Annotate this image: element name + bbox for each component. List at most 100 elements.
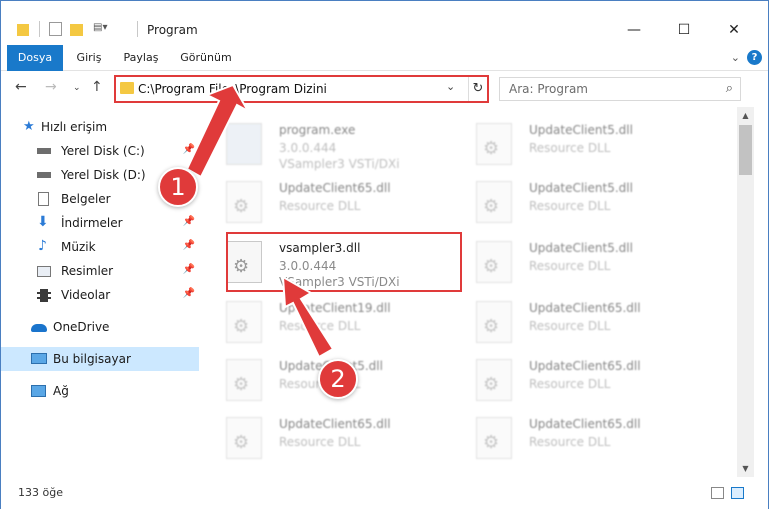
dll-file-icon: ⚙: [226, 359, 262, 401]
file-description: Resource DLL: [529, 435, 611, 449]
dll-file-icon: ⚙: [226, 417, 262, 459]
status-bar: 133 öğe: [1, 479, 768, 509]
file-item[interactable]: ⚙ UpdateClient19.dll Resource DLL: [216, 293, 456, 351]
item-count: 133 öğe: [18, 486, 63, 499]
scroll-down-icon[interactable]: ▼: [737, 464, 754, 473]
pin-icon[interactable]: 📌: [183, 144, 195, 155]
address-dropdown-icon[interactable]: ⌄: [446, 80, 455, 93]
address-path[interactable]: C:\Program Files\Program Dizini: [138, 82, 327, 96]
folder-icon: [17, 24, 29, 36]
file-name: UpdateClient65.dll: [279, 181, 391, 195]
back-arrow-icon[interactable]: ←: [15, 79, 27, 95]
file-name: UpdateClient5.dll: [529, 123, 633, 137]
file-description: Resource DLL: [279, 435, 361, 449]
pin-icon[interactable]: 📌: [183, 216, 195, 227]
file-item[interactable]: ⚙ UpdateClient5.dll Resource DLL: [466, 115, 706, 173]
search-box[interactable]: Ara: Program ⌕: [499, 77, 741, 101]
expand-ribbon-icon[interactable]: ⌄: [731, 51, 740, 64]
download-icon: ⬇: [37, 214, 49, 230]
sidebar-item-disk-c[interactable]: Yerel Disk (C:) 📌: [1, 139, 199, 163]
sidebar-item-label: Belgeler: [61, 192, 111, 206]
sidebar-item-this-pc[interactable]: Bu bilgisayar: [1, 347, 199, 371]
file-item[interactable]: ⚙ UpdateClient5.dll Resource DLL: [466, 173, 706, 231]
drive-icon: [37, 172, 51, 178]
dll-file-icon: ⚙: [476, 359, 512, 401]
sidebar-item-music[interactable]: ♪ Müzik 📌: [1, 235, 199, 259]
video-icon: [37, 289, 51, 302]
dll-file-icon: ⚙: [476, 241, 512, 283]
file-name: UpdateClient19.dll: [279, 301, 391, 315]
step-2-badge: 2: [318, 359, 358, 399]
sidebar-item-onedrive[interactable]: OneDrive: [1, 315, 199, 339]
file-item[interactable]: ⚙ UpdateClient65.dll Resource DLL: [216, 173, 456, 231]
file-item[interactable]: ⚙ UpdateClient65.dll Resource DLL: [466, 409, 706, 467]
separator: [39, 21, 40, 37]
new-folder-icon[interactable]: [70, 24, 83, 36]
file-list: program.exe 3.0.0.444 VSampler3 VSTi/DXi…: [211, 107, 736, 477]
vertical-scrollbar[interactable]: ▲ ▼: [737, 107, 754, 477]
file-description: Resource DLL: [279, 199, 361, 213]
close-button[interactable]: ✕: [711, 15, 757, 45]
file-description: Resource DLL: [279, 319, 361, 333]
sidebar-item-pictures[interactable]: Resimler 📌: [1, 259, 199, 283]
sidebar-item-label: İndirmeler: [61, 216, 123, 230]
file-name: UpdateClient65.dll: [279, 417, 391, 431]
dll-file-icon: ⚙: [476, 417, 512, 459]
file-item[interactable]: ⚙ UpdateClient5.dll Resource DLL: [466, 233, 706, 291]
file-item[interactable]: ⚙ UpdateClient65.dll Resource DLL: [216, 409, 456, 467]
scrollbar-thumb[interactable]: [739, 125, 752, 175]
step-1-badge: 1: [158, 167, 198, 207]
star-icon: ★: [23, 119, 35, 134]
sidebar-item-label: OneDrive: [53, 320, 110, 334]
file-description: Resource DLL: [529, 319, 611, 333]
file-item-program-exe[interactable]: program.exe 3.0.0.444 VSampler3 VSTi/DXi: [216, 115, 456, 173]
dll-file-icon: ⚙: [226, 301, 262, 343]
recent-locations-icon[interactable]: ⌄: [73, 83, 81, 93]
title-bar: ▤▾ Program — ☐ ✕: [1, 1, 768, 45]
file-name: UpdateClient5.dll: [529, 241, 633, 255]
cloud-icon: [31, 324, 47, 332]
minimize-button[interactable]: —: [611, 15, 657, 45]
sidebar-item-downloads[interactable]: ⬇ İndirmeler 📌: [1, 211, 199, 235]
network-icon: [31, 385, 46, 397]
forward-arrow-icon[interactable]: →: [45, 79, 57, 95]
file-name: UpdateClient65.dll: [529, 359, 641, 373]
music-icon: ♪: [38, 238, 47, 254]
search-input[interactable]: Ara: Program: [509, 82, 588, 96]
file-item[interactable]: ⚙ UpdateClient65.dll Resource DLL: [466, 351, 706, 409]
pin-icon[interactable]: 📌: [183, 288, 195, 299]
file-description: Resource DLL: [529, 199, 611, 213]
separator: [137, 21, 138, 37]
file-name: UpdateClient65.dll: [529, 301, 641, 315]
properties-icon[interactable]: [49, 22, 62, 36]
drive-icon: [37, 148, 51, 154]
maximize-button[interactable]: ☐: [661, 15, 707, 45]
file-item[interactable]: ⚙ UpdateClient65.dll Resource DLL: [466, 293, 706, 351]
help-icon[interactable]: ?: [747, 50, 762, 65]
window-title: Program: [147, 23, 198, 37]
file-name: program.exe: [279, 123, 356, 137]
tab-gorunum[interactable]: Görünüm: [175, 45, 237, 71]
sidebar-item-label: Yerel Disk (D:): [61, 168, 146, 182]
pin-icon[interactable]: 📌: [183, 264, 195, 275]
sidebar-item-label: Hızlı erişim: [41, 120, 108, 134]
tab-giris[interactable]: Giriş: [69, 45, 109, 71]
application-icon: [226, 123, 262, 165]
ribbon-tabs: Dosya Giriş Paylaş Görünüm ⌄ ?: [1, 45, 768, 71]
up-arrow-icon[interactable]: ↑: [91, 79, 103, 95]
details-view-icon[interactable]: [711, 487, 724, 499]
tiles-view-icon[interactable]: [731, 487, 744, 499]
pictures-icon: [37, 266, 51, 277]
search-icon[interactable]: ⌕: [726, 81, 733, 96]
tab-dosya[interactable]: Dosya: [7, 45, 63, 71]
customize-toolbar-icon[interactable]: ▤▾: [93, 22, 113, 36]
sidebar-item-videos[interactable]: Videolar 📌: [1, 283, 199, 307]
pin-icon[interactable]: 📌: [183, 240, 195, 251]
sidebar-item-quick-access[interactable]: ★ Hızlı erişim: [1, 115, 199, 139]
sidebar-item-network[interactable]: Ağ: [1, 379, 199, 403]
address-bar[interactable]: C:\Program Files\Program Dizini ⌄ ↻: [114, 75, 489, 103]
refresh-icon[interactable]: ↻: [468, 77, 487, 101]
tab-paylas[interactable]: Paylaş: [119, 45, 163, 71]
scroll-up-icon[interactable]: ▲: [737, 111, 754, 120]
sidebar-item-label: Bu bilgisayar: [53, 352, 131, 366]
